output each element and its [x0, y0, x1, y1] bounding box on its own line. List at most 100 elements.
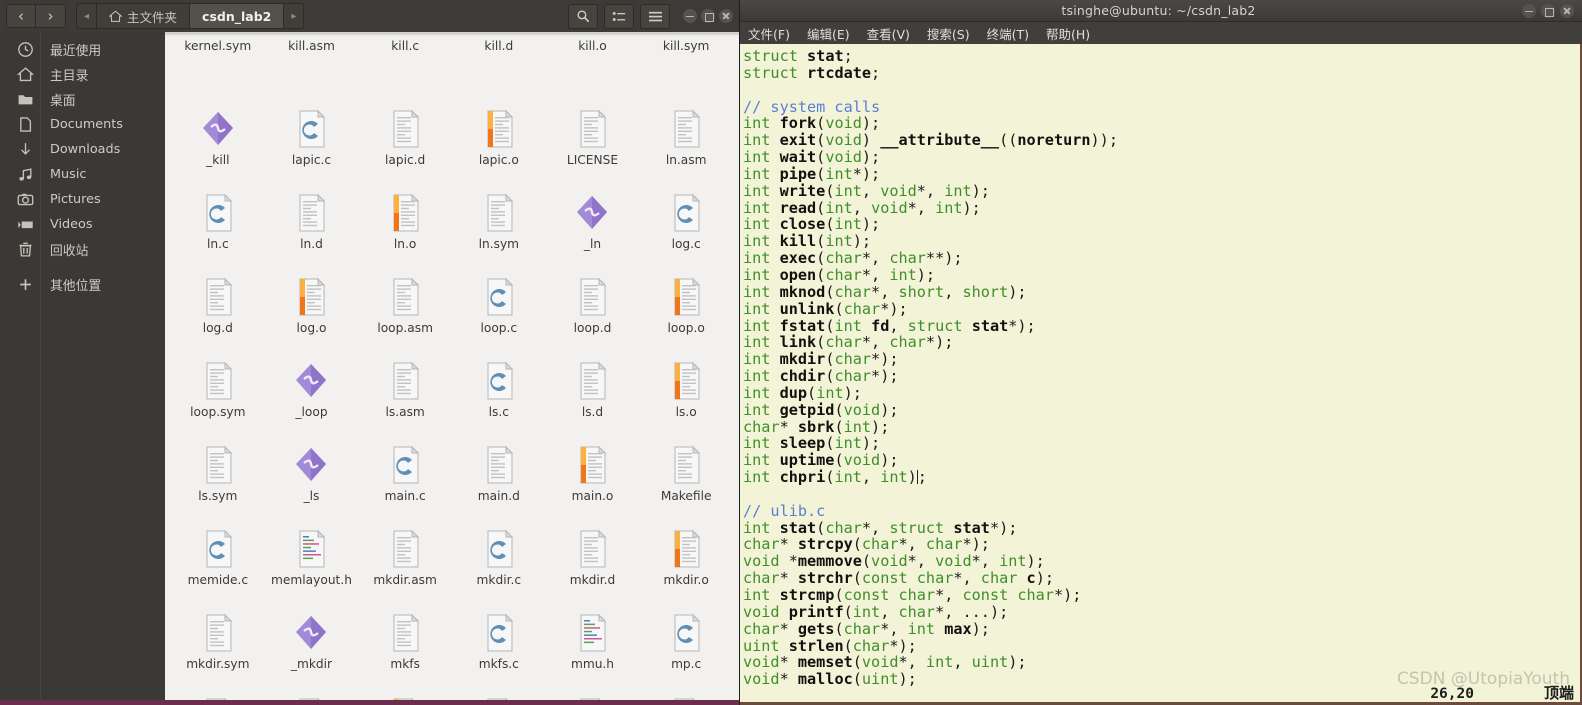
sidebar-item-回收站[interactable]: 回收站 [0, 237, 165, 262]
file-item[interactable]: _ln [546, 185, 640, 269]
sidebar-item-Music[interactable]: Music [0, 162, 165, 187]
file-item[interactable]: _mkdir [265, 605, 359, 689]
text-file-icon [674, 445, 701, 484]
file-item[interactable]: loop.asm [358, 269, 452, 353]
file-item[interactable]: mkdir.c [452, 521, 546, 605]
file-item[interactable]: lapic.d [358, 101, 452, 185]
terminal-menu-item-5[interactable]: 帮助(H) [1039, 22, 1097, 45]
breadcrumb-scroll-right-button[interactable]: ▸ [284, 4, 303, 28]
menu-button[interactable] [640, 3, 670, 29]
sidebar-item-Downloads[interactable]: Downloads [0, 137, 165, 162]
sidebar-item-桌面[interactable]: 桌面 [0, 87, 165, 112]
file-item[interactable]: lapic.o [452, 101, 546, 185]
file-item[interactable]: mkdir.sym [171, 605, 265, 689]
breadcrumb-item-home[interactable]: 主文件夹 [97, 4, 191, 28]
code-token: ( [816, 249, 826, 268]
file-item[interactable]: ls.asm [358, 353, 452, 437]
forward-button[interactable]: › [36, 4, 66, 28]
file-item[interactable]: kill.asm [265, 33, 359, 101]
view-toggle-button[interactable] [604, 3, 634, 29]
file-item[interactable]: ls.o [639, 353, 733, 437]
file-item[interactable]: LICENSE [546, 101, 640, 185]
file-item[interactable]: mmu.h [546, 605, 640, 689]
back-button[interactable]: ‹ [6, 4, 36, 28]
file-item[interactable]: _loop [265, 353, 359, 437]
file-item[interactable]: _kill [171, 101, 265, 185]
sidebar-item-Documents[interactable]: Documents [0, 112, 165, 137]
file-item[interactable]: _ls [265, 437, 359, 521]
file-item[interactable]: main.c [358, 437, 452, 521]
sidebar-item-其他位置[interactable]: 其他位置 [0, 272, 165, 297]
file-item[interactable]: kill.c [358, 33, 452, 101]
terminal-menu-item-1[interactable]: 编辑(E) [800, 22, 857, 45]
file-browser-content[interactable]: kernel.sym kill.asm kill.c kill.d kill.o kill… [165, 32, 739, 705]
code-token: c [1026, 569, 1036, 588]
file-manager-close-button[interactable] [719, 9, 733, 23]
file-item[interactable]: mkdir.o [639, 521, 733, 605]
file-item[interactable]: log.c [639, 185, 733, 269]
file-item[interactable]: memlayout.h [265, 521, 359, 605]
breadcrumb-item-current[interactable]: csdn_lab2 [190, 4, 285, 28]
file-item[interactable]: memide.c [171, 521, 265, 605]
terminal-menu-item-2[interactable]: 查看(V) [860, 22, 917, 45]
file-item[interactable]: loop.o [639, 269, 733, 353]
file-item[interactable]: lapic.c [265, 101, 359, 185]
file-manager-minimize-button[interactable] [683, 9, 697, 23]
code-token: *, [861, 249, 890, 268]
code-editor-content[interactable]: struct stat; struct rtcdate; // system ca… [743, 48, 1580, 688]
file-item[interactable]: mkdir.asm [358, 521, 452, 605]
file-item[interactable]: mp.c [639, 605, 733, 689]
terminal-maximize-button[interactable] [1541, 4, 1555, 18]
sidebar-item-最近使用[interactable]: 最近使用 [0, 37, 165, 62]
code-token: int [999, 552, 1027, 571]
file-manager-maximize-button[interactable] [701, 9, 715, 23]
breadcrumb-scroll-left-button[interactable]: ◂ [77, 4, 98, 28]
code-line: char* strcpy(char*, char*); [743, 536, 1580, 553]
file-item[interactable]: loop.sym [171, 353, 265, 437]
sidebar-item-主目录[interactable]: 主目录 [0, 62, 165, 87]
file-item[interactable]: kill.d [452, 33, 546, 101]
file-item[interactable]: mkfs.c [452, 605, 546, 689]
file-manager-window-buttons [683, 9, 733, 23]
code-token: int [880, 468, 908, 487]
file-item[interactable]: main.d [452, 437, 546, 521]
file-item[interactable]: loop.d [546, 269, 640, 353]
file-item[interactable]: kill.sym [639, 33, 733, 101]
terminal-body[interactable]: struct stat; struct rtcdate; // system ca… [735, 44, 1582, 705]
terminal-menu-item-3[interactable]: 搜索(S) [920, 22, 977, 45]
sidebar: 最近使用 主目录 桌面 Documents Downloads Music Pictures… [0, 32, 165, 705]
code-token: char [925, 535, 963, 554]
code-token: ); [971, 619, 990, 638]
file-item[interactable]: Makefile [639, 437, 733, 521]
code-token: int [743, 367, 771, 386]
file-item[interactable]: loop.c [452, 269, 546, 353]
file-item[interactable]: ln.c [171, 185, 265, 269]
file-item[interactable]: mkdir.d [546, 521, 640, 605]
terminal-close-button[interactable] [1560, 4, 1574, 18]
file-item[interactable]: kernel.sym [171, 33, 265, 101]
file-item[interactable]: ln.d [265, 185, 359, 269]
file-item[interactable]: kill.o [546, 33, 640, 101]
code-token: int [743, 114, 771, 133]
sidebar-item-Pictures[interactable]: Pictures [0, 187, 165, 212]
file-item[interactable]: log.o [265, 269, 359, 353]
terminal-menu-item-4[interactable]: 终端(T) [980, 22, 1036, 45]
terminal-minimize-button[interactable] [1522, 4, 1536, 18]
file-item[interactable]: main.o [546, 437, 640, 521]
file-item[interactable]: ls.d [546, 353, 640, 437]
file-item[interactable]: ln.sym [452, 185, 546, 269]
code-token: uint [971, 653, 1009, 672]
search-button[interactable] [568, 3, 598, 29]
file-item[interactable]: ls.sym [171, 437, 265, 521]
file-item[interactable]: ln.asm [639, 101, 733, 185]
file-item[interactable]: log.d [171, 269, 265, 353]
file-item[interactable]: mkfs [358, 605, 452, 689]
sidebar-item-Videos[interactable]: Videos [0, 212, 165, 237]
terminal-menu-item-0[interactable]: 文件(F) [741, 22, 797, 45]
file-item[interactable]: ln.o [358, 185, 452, 269]
file-item[interactable]: ls.c [452, 353, 546, 437]
file-name-label: log.c [671, 237, 701, 251]
